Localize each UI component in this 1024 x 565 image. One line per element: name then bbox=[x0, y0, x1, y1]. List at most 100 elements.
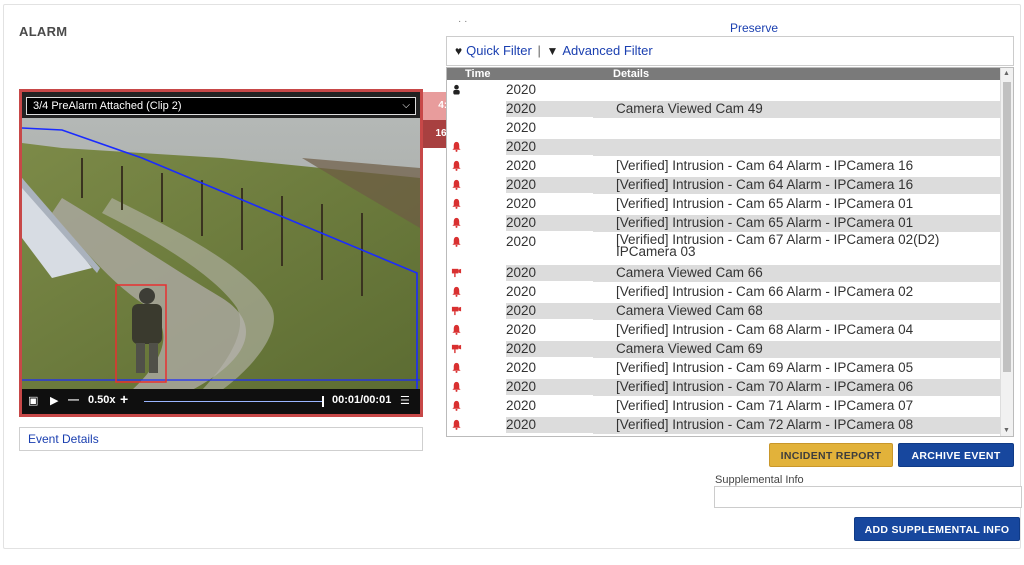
table-row[interactable]: 2020 [Verified] Intrusion - Cam 70 Alarm … bbox=[447, 377, 1001, 396]
row-time: 2020 bbox=[506, 82, 537, 97]
video-scene bbox=[22, 118, 420, 390]
event-table: Time Details 2020 2020 Camera Viewed Cam 4… bbox=[446, 67, 1014, 437]
play-icon[interactable]: ▶ bbox=[50, 394, 58, 407]
camera-viewed-icon bbox=[451, 344, 462, 354]
row-time: 2020 bbox=[506, 101, 594, 117]
alarm-bell-icon bbox=[452, 236, 461, 247]
scroll-thumb[interactable] bbox=[1003, 82, 1011, 372]
table-row[interactable]: 2020 [Verified] Intrusion - Cam 68 Alarm … bbox=[447, 320, 1001, 339]
add-supplemental-info-button[interactable]: ADD SUPPLEMENTAL INFO bbox=[854, 517, 1020, 541]
table-row[interactable]: 2020 [Verified] Intrusion - Cam 69 Alarm … bbox=[447, 358, 1001, 377]
row-time: 2020 bbox=[506, 417, 594, 433]
row-details: [Verified] Intrusion - Cam 66 Alarm - IP… bbox=[616, 284, 914, 299]
row-time: 2020 bbox=[506, 379, 594, 395]
row-time: 2020 bbox=[506, 398, 537, 413]
list-icon[interactable]: ☰ bbox=[400, 394, 410, 407]
table-rows: 2020 2020 Camera Viewed Cam 49 2020 2020 2020… bbox=[447, 80, 1001, 434]
alarm-bell-icon bbox=[452, 217, 461, 228]
table-scrollbar[interactable]: ▲ ▼ bbox=[1000, 68, 1013, 436]
alarm-bell-icon bbox=[452, 400, 461, 411]
row-time: 2020 bbox=[506, 177, 594, 193]
alarm-bell-icon bbox=[452, 179, 461, 190]
row-time: 2020 bbox=[506, 265, 594, 281]
table-row[interactable]: 2020 [Verified] Intrusion - Cam 64 Alarm … bbox=[447, 156, 1001, 175]
row-details: [Verified] Intrusion - Cam 65 Alarm - IP… bbox=[616, 196, 914, 211]
row-time: 2020 bbox=[506, 158, 537, 173]
alarm-bell-icon bbox=[452, 362, 461, 373]
row-time: 2020 bbox=[506, 234, 537, 249]
table-row[interactable]: 2020 [Verified] Intrusion - Cam 65 Alarm … bbox=[447, 194, 1001, 213]
row-details: [Verified] Intrusion - Cam 64 Alarm - IP… bbox=[593, 177, 1001, 194]
row-time: 2020 bbox=[506, 139, 594, 155]
table-row[interactable]: 2020 Camera Viewed Cam 68 bbox=[447, 301, 1001, 320]
table-row[interactable]: 2020 [Verified] Intrusion - Cam 67 Alarm … bbox=[447, 232, 1001, 263]
row-details: [Verified] Intrusion - Cam 65 Alarm - IP… bbox=[593, 215, 1001, 232]
time-readout: 00:01/00:01 bbox=[332, 394, 392, 406]
advanced-filter-link[interactable]: Advanced Filter bbox=[562, 43, 652, 58]
row-details bbox=[593, 82, 1001, 99]
alarm-bell-icon bbox=[452, 160, 461, 171]
table-row[interactable]: 2020 Camera Viewed Cam 49 bbox=[447, 99, 1001, 118]
heart-icon: ♥ bbox=[455, 44, 463, 58]
user-icon bbox=[453, 84, 460, 95]
row-details: [Verified] Intrusion - Cam 71 Alarm - IP… bbox=[616, 398, 914, 413]
page-title: ALARM bbox=[19, 24, 68, 39]
col-details-header: Details bbox=[613, 68, 650, 80]
table-row[interactable]: 2020 [Verified] Intrusion - Cam 65 Alarm … bbox=[447, 213, 1001, 232]
row-details: Camera Viewed Cam 66 bbox=[593, 265, 1001, 282]
alarm-bell-icon bbox=[452, 198, 461, 209]
row-details: [Verified] Intrusion - Cam 68 Alarm - IP… bbox=[616, 322, 914, 337]
chevron-down-icon[interactable]: ⌵ bbox=[402, 98, 410, 114]
table-row[interactable]: 2020 [Verified] Intrusion - Cam 66 Alarm … bbox=[447, 282, 1001, 301]
table-row[interactable]: 2020 Camera Viewed Cam 69 bbox=[447, 339, 1001, 358]
alarm-bell-icon bbox=[452, 324, 461, 335]
video-frame-image bbox=[22, 118, 420, 390]
row-time: 2020 bbox=[506, 303, 594, 319]
row-time: 2020 bbox=[506, 196, 537, 211]
table-row[interactable]: 2020 [Verified] Intrusion - Cam 71 Alarm … bbox=[447, 396, 1001, 415]
clip-select-value: 3/4 PreAlarm Attached (Clip 2) bbox=[33, 100, 182, 112]
slower-icon[interactable]: — bbox=[68, 394, 79, 406]
clip-select[interactable]: 3/4 PreAlarm Attached (Clip 2) ⌵ bbox=[26, 97, 416, 115]
row-details: Camera Viewed Cam 49 bbox=[593, 101, 1001, 118]
table-row[interactable]: 2020 Camera Viewed Cam 66 bbox=[447, 263, 1001, 282]
speed-readout: 0.50x bbox=[88, 394, 116, 406]
seek-bar[interactable] bbox=[144, 401, 322, 402]
row-details: [Verified] Intrusion - Cam 64 Alarm - IP… bbox=[616, 158, 914, 173]
alarm-bell-icon bbox=[452, 286, 461, 297]
row-details bbox=[593, 120, 1001, 137]
scroll-up-icon[interactable]: ▲ bbox=[1003, 70, 1010, 77]
table-row[interactable]: 2020 bbox=[447, 80, 1001, 99]
seek-handle[interactable] bbox=[322, 396, 324, 407]
archive-event-button[interactable]: ARCHIVE EVENT bbox=[898, 443, 1014, 467]
scroll-down-icon[interactable]: ▼ bbox=[1003, 427, 1010, 434]
alarm-bell-icon bbox=[452, 381, 461, 392]
row-details: [Verified] Intrusion - Cam 67 Alarm - IP… bbox=[616, 232, 940, 259]
table-row[interactable]: 2020 bbox=[447, 137, 1001, 156]
alarm-bell-icon bbox=[452, 141, 461, 152]
row-time: 2020 bbox=[506, 215, 594, 231]
row-details: Camera Viewed Cam 69 bbox=[593, 341, 1001, 358]
quick-filter-link[interactable]: Quick Filter bbox=[466, 43, 532, 58]
faster-icon[interactable]: + bbox=[120, 391, 128, 407]
row-details: [Verified] Intrusion - Cam 69 Alarm - IP… bbox=[616, 360, 914, 375]
video-player[interactable]: 3/4 PreAlarm Attached (Clip 2) ⌵ ▣ ▶ — 0… bbox=[19, 89, 423, 417]
preserve-link[interactable]: Preserve bbox=[730, 21, 778, 35]
table-row[interactable]: 2020 [Verified] Intrusion - Cam 64 Alarm … bbox=[447, 175, 1001, 194]
camera-viewed-icon bbox=[451, 306, 462, 316]
table-header: Time Details bbox=[447, 68, 1001, 80]
col-time-header: Time bbox=[465, 68, 491, 80]
filter-bar: ♥ Quick Filter | ▼ Advanced Filter bbox=[446, 36, 1014, 66]
row-time: 2020 bbox=[506, 360, 537, 375]
video-controls: ▣ ▶ — 0.50x + 00:01/00:01 ☰ bbox=[22, 389, 420, 414]
table-row[interactable]: 2020 [Verified] Intrusion - Cam 72 Alarm … bbox=[447, 415, 1001, 434]
event-details-link[interactable]: Event Details bbox=[19, 427, 423, 451]
supplemental-info-input[interactable] bbox=[714, 486, 1022, 508]
row-time: 2020 bbox=[506, 284, 537, 299]
row-time: 2020 bbox=[506, 341, 594, 357]
camera-viewed-icon bbox=[451, 268, 462, 278]
table-row[interactable]: 2020 bbox=[447, 118, 1001, 137]
truncated-text: · · bbox=[458, 16, 468, 27]
snapshot-icon[interactable]: ▣ bbox=[28, 394, 38, 407]
incident-report-button[interactable]: INCIDENT REPORT bbox=[769, 443, 893, 467]
